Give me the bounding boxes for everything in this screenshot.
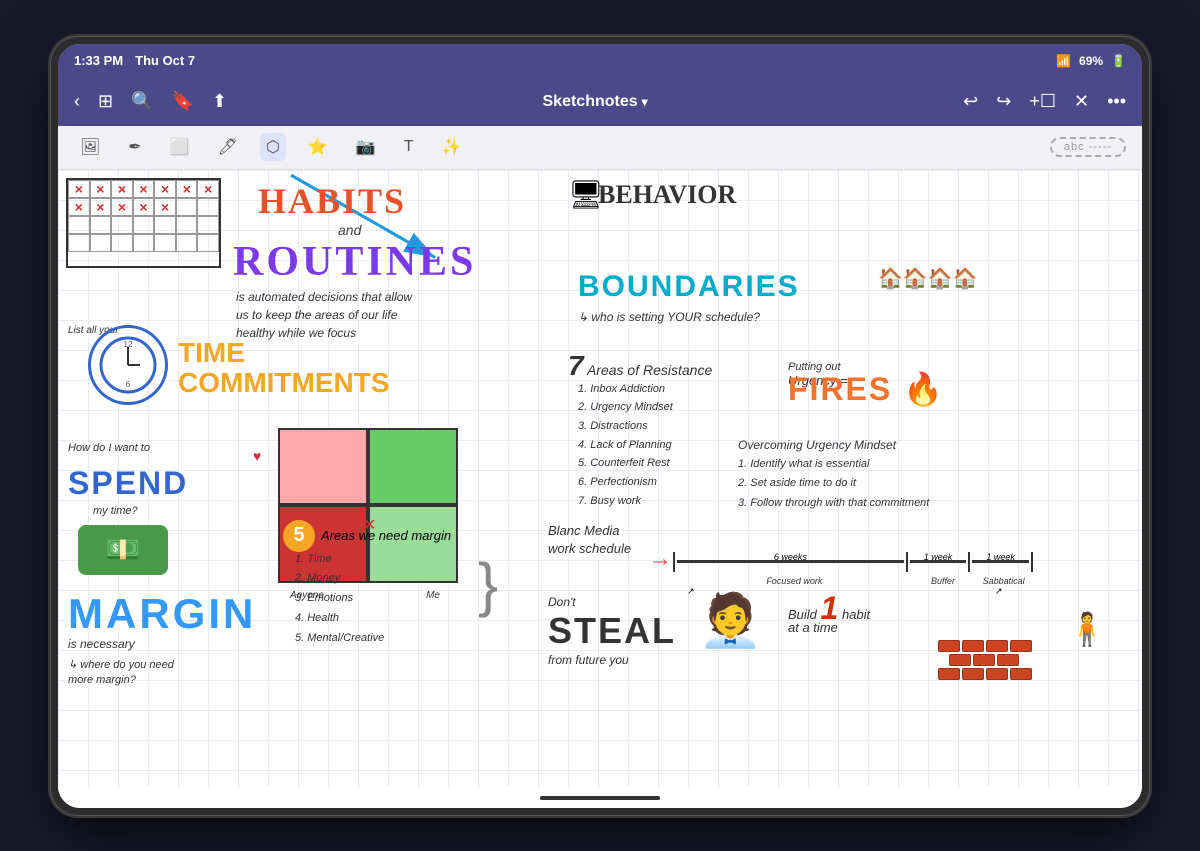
build-at-a-time: at a time: [788, 620, 838, 635]
nav-bar: ‹ ⊞ 🔍 🔖 ⬆ Sketchnotes ▾ ↩ ↪ +☐ ✕ •••: [58, 78, 1142, 126]
overcoming-list: 1. Identify what is essential 2. Set asi…: [738, 455, 929, 514]
grid-view-button[interactable]: ⊞: [94, 87, 117, 116]
close-button[interactable]: ✕: [1070, 87, 1093, 116]
routines-title: ROUTINES: [233, 238, 476, 286]
add-page-button[interactable]: +☐: [1025, 87, 1060, 116]
device-frame: 1:33 PM Thu Oct 7 📶 69% 🔋 ‹ ⊞ 🔍 🔖 ⬆ Sket…: [50, 36, 1150, 816]
home-bar: [540, 796, 660, 800]
battery-icon: 🔋: [1111, 54, 1126, 68]
blanc-schedule-title: Blanc Mediawork schedule: [548, 522, 631, 558]
schedule-arrow-icon: →: [648, 545, 672, 573]
eraser-tool-button[interactable]: ⬜: [164, 133, 196, 161]
pen-tool-button[interactable]: ✒: [122, 133, 147, 161]
search-button[interactable]: 🔍: [127, 87, 157, 116]
document-title: Sketchnotes: [543, 93, 638, 111]
five-areas-label: Areas we need margin: [321, 528, 451, 543]
undo-button[interactable]: ↩: [959, 87, 982, 116]
content-area: × × × × × × × × × × × ×: [58, 170, 1142, 788]
five-badge: 5: [283, 520, 315, 552]
seven-areas-title: 7 Areas of Resistance: [568, 350, 712, 382]
highlight-tool-button[interactable]: ✨: [436, 133, 468, 161]
photo-tool-button[interactable]: 📷: [350, 133, 382, 161]
robber-figure: 🧑‍💼: [698, 590, 763, 651]
margin-sub: is necessary: [68, 637, 135, 651]
steal-title: STEAL: [548, 610, 676, 652]
margin-title: MARGIN: [68, 590, 256, 638]
steal-subtitle: from future you: [548, 653, 629, 667]
habits-title: HABITS: [258, 180, 406, 222]
back-button[interactable]: ‹: [70, 87, 84, 116]
lasso-tool-button[interactable]: ⬡: [260, 133, 286, 161]
redo-button[interactable]: ↪: [992, 87, 1015, 116]
svg-text:6: 6: [126, 380, 131, 389]
time-commitments-title: TIME COMMITMENTS: [178, 338, 390, 400]
routines-description: is automated decisions that allow us to …: [236, 288, 416, 342]
fires-title: FIRES 🔥: [788, 370, 945, 408]
my-time-text: my time?: [93, 505, 138, 517]
margin-question: ↳ where do you needmore margin?: [68, 658, 174, 689]
five-areas-list: 1. Time 2. Money 3. Emotions 4. Health 5…: [295, 550, 384, 649]
date: Thu Oct 7: [135, 53, 195, 68]
five-areas-header: 5 Areas we need margin: [283, 520, 451, 552]
device-screen: 1:33 PM Thu Oct 7 📶 69% 🔋 ‹ ⊞ 🔍 🔖 ⬆ Sket…: [58, 44, 1142, 808]
fence-icon: 🏠🏠🏠🏠: [878, 266, 978, 291]
spend-title: SPEND: [68, 465, 188, 502]
image-tool-button[interactable]: 🖼: [74, 133, 106, 161]
time: 1:33 PM: [74, 53, 123, 68]
spend-question: How do I want to: [68, 440, 150, 457]
marker-tool-button[interactable]: 🖊: [212, 133, 244, 161]
overcoming-title: Overcoming Urgency Mindset: [738, 438, 896, 452]
wifi-icon: 📶: [1056, 54, 1071, 68]
bookmark-button[interactable]: 🔖: [168, 87, 198, 116]
home-indicator: [58, 788, 1142, 808]
curly-brace-icon: }: [478, 555, 498, 615]
stick-figure-icon: 🧍: [1067, 610, 1107, 648]
bricks-icon: [938, 640, 1038, 690]
title-chevron-icon: ▾: [642, 95, 648, 109]
text-tool-button[interactable]: T: [398, 134, 420, 160]
steal-pre-text: Don't: [548, 595, 576, 609]
calendar-grid: × × × × × × × × × × × ×: [66, 178, 221, 268]
toolbar: 🖼 ✒ ⬜ 🖊 ⬡ ⭐ 📷 T ✨ abc -----: [58, 126, 1142, 170]
battery-level: 69%: [1079, 54, 1103, 68]
behavior-title: BEHAVIOR: [598, 180, 736, 210]
shape-tool-button[interactable]: ⭐: [302, 133, 334, 161]
money-icon: 💵: [78, 525, 168, 575]
boundaries-title: BOUNDARIES: [578, 270, 800, 304]
areas-list: 1. Inbox Addiction 2. Urgency Mindset 3.…: [578, 380, 673, 511]
more-button[interactable]: •••: [1103, 87, 1130, 116]
clock-icon: 12 6: [88, 325, 168, 405]
and-text: and: [338, 222, 361, 238]
lasso-badge: abc -----: [1050, 137, 1126, 157]
heart-decoration: ♥: [253, 448, 261, 464]
share-button[interactable]: ⬆: [208, 87, 231, 116]
boundaries-subtitle: ↳ who is setting YOUR schedule?: [578, 310, 760, 324]
status-bar: 1:33 PM Thu Oct 7 📶 69% 🔋: [58, 44, 1142, 78]
